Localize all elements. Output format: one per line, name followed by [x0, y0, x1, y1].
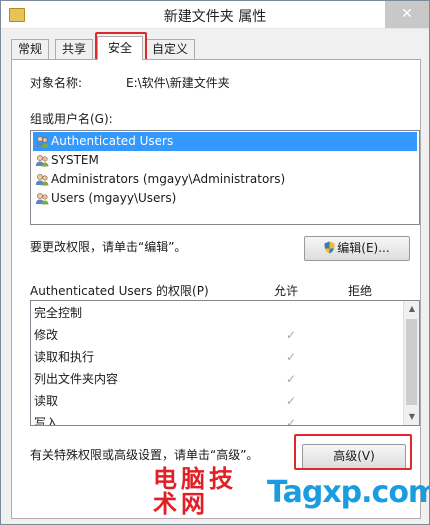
groups-list[interactable]: Authenticated Users SYSTEM Administrator… — [30, 130, 420, 225]
allow-check-icon: ✓ — [286, 394, 297, 408]
deny-column-header: 拒绝 — [348, 284, 373, 298]
tab-customize[interactable]: 自定义 — [145, 39, 195, 59]
list-item-label: Users (mgayy\Users) — [51, 191, 177, 205]
advanced-button-highlight — [294, 434, 412, 470]
user-group-icon — [35, 174, 49, 186]
permission-row: 读取 ✓ — [31, 390, 403, 412]
list-item-authenticated-users[interactable]: Authenticated Users — [33, 132, 417, 151]
user-group-icon — [35, 193, 49, 205]
scrollbar-thumb[interactable] — [406, 319, 417, 405]
permission-name: 写入 — [34, 416, 59, 426]
permission-name: 完全控制 — [34, 306, 83, 320]
user-group-icon — [35, 155, 49, 167]
properties-window: 新建文件夹 属性 ✕ 常规 共享 安全 自定义 对象名称: E:\软件\新建文件… — [0, 0, 430, 525]
allow-check-icon: ✓ — [286, 372, 297, 386]
permission-row: 读取和执行 ✓ — [31, 346, 403, 368]
edit-hint: 要更改权限，请单击“编辑”。 — [30, 240, 187, 254]
allow-column-header: 允许 — [274, 284, 299, 298]
list-item-users[interactable]: Users (mgayy\Users) — [33, 189, 417, 208]
edit-button-label: 编辑(E)... — [337, 241, 390, 255]
groups-label: 组或用户名(G): — [30, 112, 113, 126]
object-name-value: E:\软件\新建文件夹 — [126, 76, 230, 90]
permission-row: 列出文件夹内容 ✓ — [31, 368, 403, 390]
list-item-administrators[interactable]: Administrators (mgayy\Administrators) — [33, 170, 417, 189]
title-bar[interactable]: 新建文件夹 属性 ✕ — [1, 1, 429, 29]
shield-icon — [324, 241, 335, 254]
tab-strip: 常规 共享 安全 自定义 — [11, 36, 421, 60]
watermark-cn: 电脑技术网 — [153, 465, 237, 518]
permission-name: 列出文件夹内容 — [34, 372, 119, 386]
window-title: 新建文件夹 属性 — [163, 9, 267, 25]
allow-check-icon: ✓ — [286, 350, 297, 364]
permission-name: 读取和执行 — [34, 350, 95, 364]
allow-check-icon: ✓ — [286, 328, 297, 342]
tab-general[interactable]: 常规 — [11, 39, 49, 59]
list-item-label: Authenticated Users — [51, 134, 174, 148]
permissions-scrollbar[interactable]: ▲ ▼ — [403, 301, 419, 425]
permissions-header: Authenticated Users 的权限(P) 允许 拒绝 — [30, 282, 402, 300]
allow-check-icon: ✓ — [286, 416, 297, 426]
permission-name: 读取 — [34, 394, 59, 408]
watermark-en: Tagxp.com — [267, 475, 430, 510]
permissions-title: Authenticated Users 的权限(P) — [30, 284, 209, 298]
scroll-up-icon[interactable]: ▲ — [404, 301, 419, 317]
object-name-label: 对象名称: — [30, 76, 83, 90]
permissions-list[interactable]: 完全控制 修改 ✓ 读取和执行 ✓ 列出文件夹内容 ✓ 读取 ✓ 写入 ✓ ▲ … — [30, 300, 420, 426]
permission-row: 完全控制 — [31, 302, 403, 324]
list-item-label: SYSTEM — [51, 153, 99, 167]
user-group-icon — [35, 136, 49, 148]
permission-row: 写入 ✓ — [31, 412, 403, 426]
list-item-system[interactable]: SYSTEM — [33, 151, 417, 170]
permission-row: 修改 ✓ — [31, 324, 403, 346]
permission-name: 修改 — [34, 328, 59, 342]
edit-button[interactable]: 编辑(E)... — [304, 236, 410, 261]
tab-sharing[interactable]: 共享 — [55, 39, 93, 59]
close-button[interactable]: ✕ — [385, 1, 429, 28]
advanced-hint: 有关特殊权限或高级设置，请单击“高级”。 — [30, 448, 259, 462]
scroll-down-icon[interactable]: ▼ — [404, 409, 419, 425]
list-item-label: Administrators (mgayy\Administrators) — [51, 172, 286, 186]
tab-security[interactable]: 安全 — [97, 36, 143, 60]
